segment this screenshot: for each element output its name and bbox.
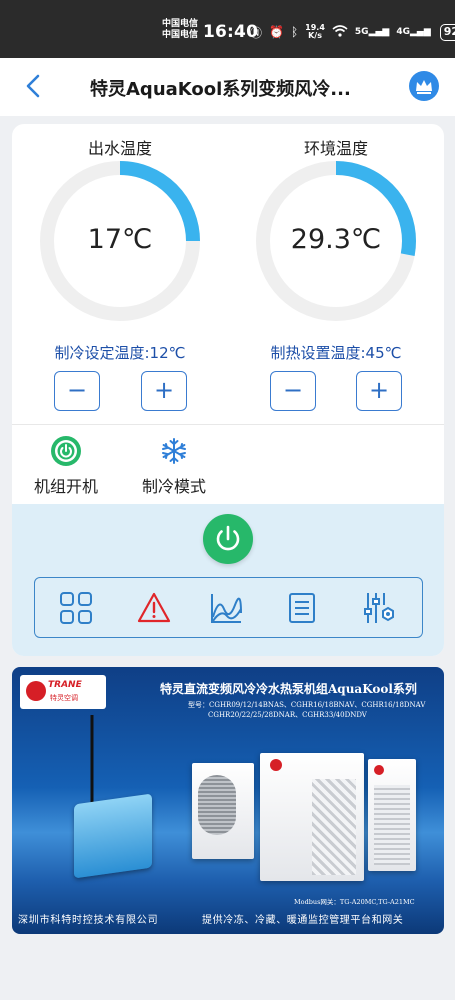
trane-logo: TRANE 特灵空调 [20, 675, 106, 709]
promo-banner[interactable]: TRANE 特灵空调 特灵直流变频风冷冷水热泵机组AquaKool系列 型号：C… [12, 667, 444, 934]
settings-sliders-icon[interactable] [362, 591, 396, 625]
battery-indicator: 92 [439, 23, 455, 41]
power-icon [216, 525, 240, 551]
vip-crown-button[interactable] [409, 71, 439, 101]
signal-4g-icon: 4G▂▄▆ [396, 27, 431, 37]
signal-5g-icon: 5G▂▄▆ [354, 27, 390, 37]
control-panel [12, 504, 444, 656]
power-button[interactable] [203, 514, 253, 564]
network-speed: 19.4 K/s [305, 23, 325, 40]
cooling-increase-button[interactable]: + [141, 371, 187, 411]
banner-models: 型号：CGHR09/12/14BNAS、CGHR16/18BNAV、CGHR16… [188, 701, 426, 719]
ambient-temp-value: 29.3℃ [290, 224, 382, 255]
app-header: 特灵AquaKool系列变频风冷... [0, 58, 455, 116]
nfc-icon: Ⓝ [250, 25, 263, 40]
heat-pump-unit-1 [192, 763, 254, 859]
carrier-labels: 中国电信 中国电信 [162, 19, 198, 41]
carrier-1: 中国电信 [162, 19, 199, 29]
page-title: 特灵AquaKool系列变频风冷... [90, 79, 351, 100]
heat-pump-unit-2 [260, 753, 364, 881]
status-bar: 中国电信 中国电信 16:40 Ⓝ ⏰ ᛒ 19.4 K/s 5G▂▄▆ 4G▂… [0, 0, 455, 58]
banner-headline: 特灵直流变频风冷冷水热泵机组AquaKool系列 [160, 682, 417, 696]
curve-chart-icon[interactable] [209, 591, 243, 625]
cooling-mode-label: 制冷模式 [141, 477, 206, 496]
ambient-temp-title: 环境温度 [303, 139, 368, 158]
back-button[interactable] [22, 72, 46, 100]
cooling-mode-status[interactable]: 制冷模式 [129, 435, 219, 497]
banner-gateway-label: Modbus网关：TG-A20MC,TG-A21MC [294, 898, 415, 906]
banner-company: 深圳市科特时控技术有限公司 [18, 915, 159, 926]
snowflake-icon [158, 435, 190, 467]
heating-setpoint-label: 制热设置温度:45℃ [270, 344, 402, 362]
carrier-2: 中国电信 [162, 30, 199, 40]
alarm-clock-icon: ⏰ [269, 25, 284, 39]
alarm-icon[interactable] [137, 591, 171, 625]
cooling-setpoint-label: 制冷设定温度:12℃ [54, 344, 186, 362]
bluetooth-icon: ᛒ [290, 25, 299, 39]
heat-pump-unit-3 [368, 759, 416, 871]
heating-increase-button[interactable]: + [356, 371, 402, 411]
crown-icon [416, 80, 432, 94]
device-control-card: 出水温度 17℃ 环境温度 29.3℃ 制冷设定温度:12℃ 制热设置温度:45… [12, 124, 444, 656]
function-toolbar [34, 577, 423, 638]
trane-logo-mark [26, 681, 46, 701]
grid-icon[interactable] [59, 591, 93, 625]
wifi-icon [332, 24, 348, 40]
outlet-temp-value: 17℃ [87, 224, 153, 255]
status-icons: Ⓝ ⏰ ᛒ 19.4 K/s 5G▂▄▆ 4G▂▄▆ 92 [250, 22, 455, 42]
heating-decrease-button[interactable]: − [270, 371, 316, 411]
divider [12, 424, 444, 425]
cooling-decrease-button[interactable]: − [54, 371, 100, 411]
chevron-left-icon [26, 74, 40, 98]
power-status-icon [50, 435, 82, 467]
outlet-temp-title: 出水温度 [87, 139, 152, 158]
unit-power-label: 机组开机 [33, 477, 98, 496]
list-icon[interactable] [285, 591, 319, 625]
banner-slogan: 提供冷冻、冷藏、暖通监控管理平台和网关 [202, 915, 404, 926]
gateway-device-illustration [74, 793, 152, 879]
unit-power-status[interactable]: 机组开机 [21, 435, 111, 497]
